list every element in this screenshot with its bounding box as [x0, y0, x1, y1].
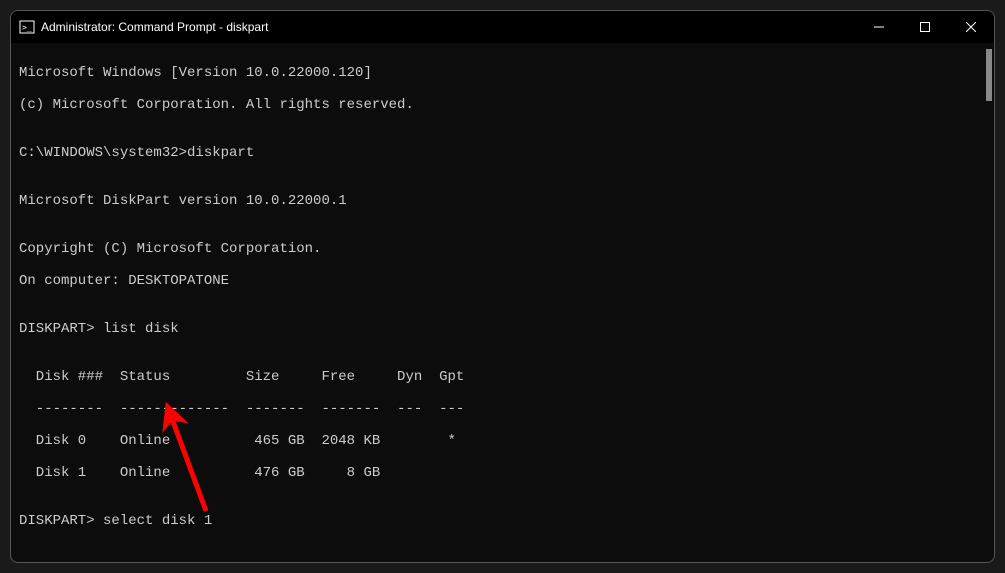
- terminal-line: DISKPART> select disk 1: [19, 513, 986, 529]
- terminal-line: DISKPART> list disk: [19, 321, 986, 337]
- window-title: Administrator: Command Prompt - diskpart: [41, 20, 856, 34]
- terminal-line: On computer: DESKTOPATONE: [19, 273, 986, 289]
- terminal-line: Disk 1 is now the selected disk.: [19, 561, 986, 562]
- minimize-button[interactable]: [856, 11, 902, 43]
- terminal-line: Disk 0 Online 465 GB 2048 KB *: [19, 433, 986, 449]
- maximize-button[interactable]: [902, 11, 948, 43]
- cmd-icon: >_: [19, 19, 35, 35]
- terminal-line: Disk ### Status Size Free Dyn Gpt: [19, 369, 986, 385]
- svg-text:>_: >_: [22, 23, 32, 32]
- titlebar[interactable]: >_ Administrator: Command Prompt - diskp…: [11, 11, 994, 43]
- command-prompt-window: >_ Administrator: Command Prompt - diskp…: [10, 10, 995, 563]
- terminal-line: Disk 1 Online 476 GB 8 GB: [19, 465, 986, 481]
- terminal-line: (c) Microsoft Corporation. All rights re…: [19, 97, 986, 113]
- terminal-line: C:\WINDOWS\system32>diskpart: [19, 145, 986, 161]
- terminal-output[interactable]: Microsoft Windows [Version 10.0.22000.12…: [11, 43, 994, 562]
- terminal-line: Microsoft Windows [Version 10.0.22000.12…: [19, 65, 986, 81]
- terminal-line: Copyright (C) Microsoft Corporation.: [19, 241, 986, 257]
- scrollbar-thumb[interactable]: [986, 49, 992, 101]
- window-controls: [856, 11, 994, 43]
- terminal-line: -------- ------------- ------- ------- -…: [19, 401, 986, 417]
- terminal-line: Microsoft DiskPart version 10.0.22000.1: [19, 193, 986, 209]
- close-button[interactable]: [948, 11, 994, 43]
